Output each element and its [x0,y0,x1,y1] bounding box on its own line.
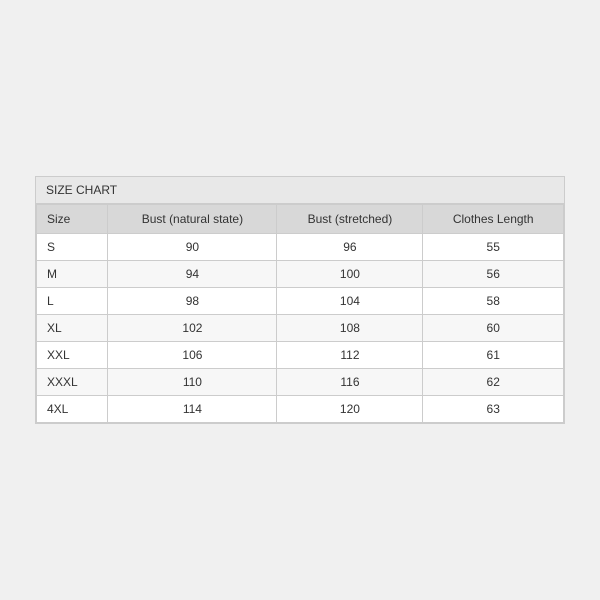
table-cell-size: 4XL [37,396,108,423]
table-cell-size: XXL [37,342,108,369]
table-cell-bust_stretched: 112 [277,342,423,369]
table-cell-length: 62 [423,369,564,396]
table-row: 4XL11412063 [37,396,564,423]
table-cell-size: S [37,234,108,261]
table-cell-length: 58 [423,288,564,315]
table-row: S909655 [37,234,564,261]
table-cell-size: L [37,288,108,315]
table-cell-size: XL [37,315,108,342]
table-cell-length: 63 [423,396,564,423]
table-cell-length: 55 [423,234,564,261]
table-cell-bust_stretched: 116 [277,369,423,396]
size-chart-container: SIZE CHART Size Bust (natural state) Bus… [35,176,565,424]
table-cell-bust_natural: 98 [108,288,277,315]
table-row: XL10210860 [37,315,564,342]
chart-title: SIZE CHART [36,177,564,204]
column-header-bust-natural: Bust (natural state) [108,205,277,234]
table-cell-bust_natural: 114 [108,396,277,423]
table-row: M9410056 [37,261,564,288]
table-cell-bust_natural: 94 [108,261,277,288]
column-header-size: Size [37,205,108,234]
table-row: L9810458 [37,288,564,315]
table-cell-bust_stretched: 108 [277,315,423,342]
table-cell-bust_stretched: 100 [277,261,423,288]
table-cell-bust_natural: 102 [108,315,277,342]
table-cell-length: 60 [423,315,564,342]
table-cell-bust_natural: 110 [108,369,277,396]
table-cell-size: XXXL [37,369,108,396]
table-cell-bust_stretched: 120 [277,396,423,423]
table-cell-length: 61 [423,342,564,369]
table-row: XXL10611261 [37,342,564,369]
table-cell-bust_stretched: 104 [277,288,423,315]
table-body: S909655M9410056L9810458XL10210860XXL1061… [37,234,564,423]
table-cell-bust_natural: 90 [108,234,277,261]
table-cell-size: M [37,261,108,288]
column-header-length: Clothes Length [423,205,564,234]
table-header-row: Size Bust (natural state) Bust (stretche… [37,205,564,234]
table-cell-bust_stretched: 96 [277,234,423,261]
table-cell-bust_natural: 106 [108,342,277,369]
table-row: XXXL11011662 [37,369,564,396]
column-header-bust-stretched: Bust (stretched) [277,205,423,234]
table-cell-length: 56 [423,261,564,288]
size-chart-table: Size Bust (natural state) Bust (stretche… [36,204,564,423]
